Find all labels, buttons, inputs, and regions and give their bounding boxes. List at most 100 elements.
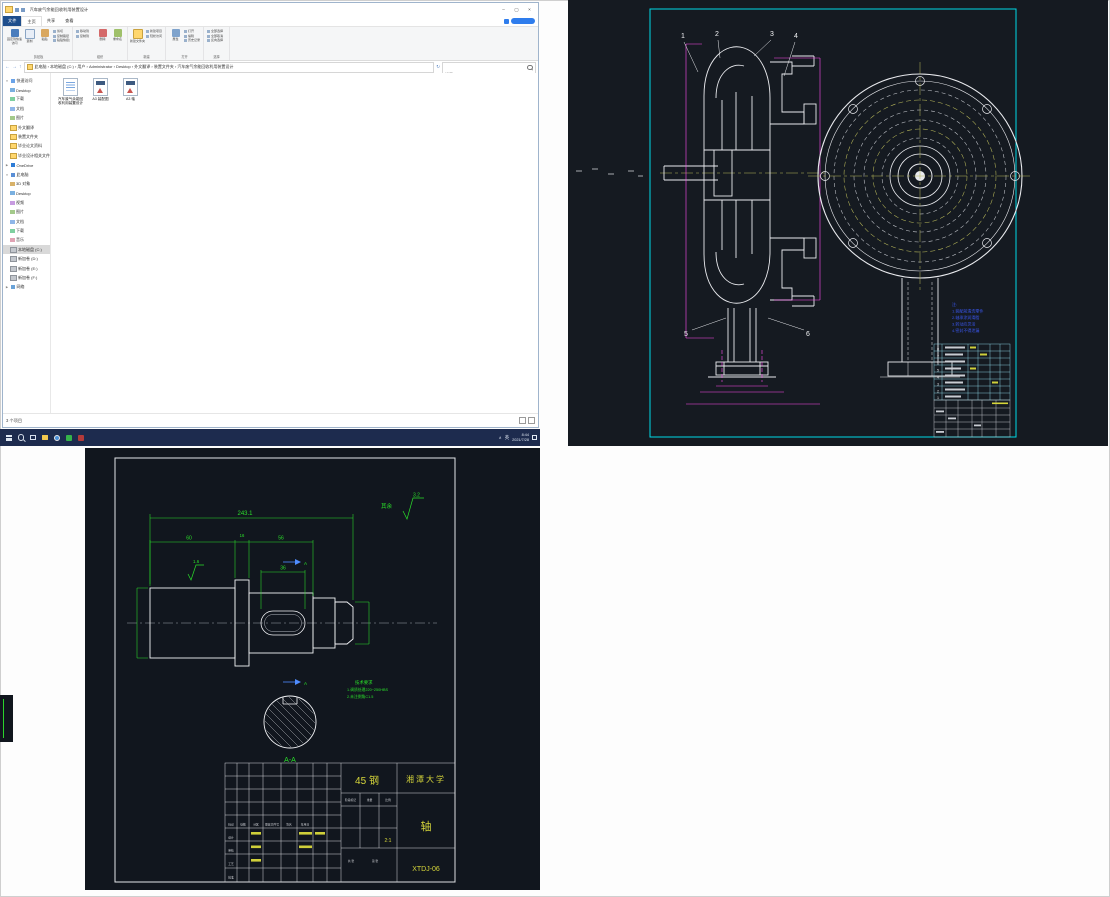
quick-access-toolbar[interactable] [15,7,25,12]
file-item[interactable]: A3 轴 [117,78,144,101]
section-view-geometry [663,46,817,378]
tab-view[interactable]: 查看 [60,16,78,26]
refresh-button[interactable]: ↻ [436,64,440,70]
close-button[interactable]: × [523,4,536,16]
windows-logo-icon [6,434,12,441]
search-icon [17,434,25,441]
qat-icon[interactable] [15,7,19,12]
sidebar-item-desktop[interactable]: Desktop [3,189,50,198]
sidebar-item-pictures[interactable]: 图片 [3,114,50,123]
forward-button[interactable]: → [12,64,17,70]
sidebar-item-local-disk-c[interactable]: 本地磁盘 (C:) [3,245,50,255]
sidebar-item-new-volume-e[interactable]: 新加卷 (E:) [3,264,50,273]
cloud-sync-icon[interactable] [504,18,509,24]
maximize-button[interactable]: ▢ [510,4,523,16]
folder-icon [10,143,17,150]
file-list[interactable]: 汽车废气余能回收利用装置设计 A3 装配图 A3 轴 [51,73,538,413]
note-line: 2.轴承涂润滑脂 [952,314,979,320]
new-folder-button[interactable]: 新建文件夹 [130,28,145,52]
breadcrumb-path[interactable]: 此电脑 › 本地磁盘 (C:) › 用户 › Administrator › D… [35,64,234,70]
taskbar-search-button[interactable] [15,431,27,444]
copy-to-button[interactable]: 复制到 [76,34,95,39]
taskbar-file-explorer[interactable] [39,431,51,444]
sidebar-item-folder[interactable]: 装置文件夹 [3,132,50,141]
sidebar-item-new-volume-f[interactable]: 新加卷 (F:) [3,273,50,282]
cad-assembly-window[interactable]: 1 2 3 4 5 6 注: 1.装配前清洗零件 2.轴承涂润滑脂 3.转动应灵… [568,0,1108,446]
button-label: 新建文件夹 [130,39,145,43]
file-item[interactable]: A3 装配图 [87,78,114,101]
sidebar-item-3d-objects[interactable]: 3D 对象 [3,179,50,188]
pin-quick-access-button[interactable]: 固定到快速访问 [7,28,22,52]
action-center-icon[interactable] [532,435,537,440]
sidebar-label: 毕业论文资料 [18,143,42,149]
copy-button[interactable]: 复制 [22,28,37,52]
paste-button[interactable]: 粘贴 [37,28,52,52]
properties-button[interactable]: 属性 [168,28,183,52]
sidebar-item-documents[interactable]: 文档 [3,217,50,226]
navigation-pane[interactable]: ▼ 快速访问 Desktop 下载 文档 图片 外文翻译 装置文件夹 毕业论文资料… [3,73,51,413]
sidebar-label: 新加卷 (F:) [18,274,38,280]
balloon-label: 6 [806,331,810,338]
messenger-icon [66,434,72,441]
ime-indicator[interactable]: 英 [505,435,509,441]
sidebar-item-videos[interactable]: 视频 [3,198,50,207]
sidebar-label: 下载 [16,227,24,233]
sidebar-label: 此电脑 [16,171,29,177]
taskbar-browser[interactable] [51,431,63,444]
thumbnail-view-toggle[interactable] [528,417,535,424]
cad-shaft-window[interactable]: 243.1 60 16 56 36 其余 3.2 1.6 A A A-A 技术要… [85,448,540,890]
qat-icon[interactable] [20,7,25,12]
sidebar-this-pc[interactable]: ▼ 此电脑 [3,170,50,179]
browser-icon [54,434,60,441]
sidebar-item-folder[interactable]: 毕业设计相关文件 [3,151,50,160]
title-bar[interactable]: 汽车废气余能回收利用装置设计 – ▢ × [3,3,538,16]
roughness-symbol [187,564,204,581]
easy-access-icon [146,34,149,38]
tab-home[interactable]: 主页 [21,16,42,26]
start-button[interactable] [3,431,15,444]
minimize-button[interactable]: – [497,4,510,16]
sidebar-item-folder[interactable]: 毕业论文资料 [3,142,50,151]
tab-share[interactable]: 共享 [42,16,60,26]
back-button[interactable]: ← [5,64,10,70]
taskbar-messenger[interactable] [63,431,75,444]
sidebar-item-new-volume-d[interactable]: 新加卷 (D:) [3,254,50,263]
history-button[interactable]: 历史记录 [184,38,201,43]
sidebar-item-downloads[interactable]: 下载 [3,95,50,104]
sidebar-item-desktop[interactable]: Desktop [3,85,50,94]
sidebar-item-documents[interactable]: 文档 [3,104,50,113]
balloon-label: 5 [684,331,688,338]
tray-expand-chevron[interactable]: ∧ [499,435,502,440]
sidebar-item-music[interactable]: 音乐 [3,236,50,245]
list-view-toggle[interactable] [519,417,526,424]
rev-col-label: 处数 [240,823,246,827]
up-button[interactable]: ↑ [19,64,22,70]
task-view-button[interactable] [27,431,39,444]
paste-shortcut-button[interactable]: 粘贴快捷方式 [53,38,70,43]
surface-roughness-marks: 其余 3.2 1.6 [187,493,424,581]
new-item-icon [146,29,149,33]
sidebar-item-folder[interactable]: 外文翻译 [3,123,50,132]
sidebar-item-downloads[interactable]: 下载 [3,226,50,235]
sidebar-item-pictures[interactable]: 图片 [3,207,50,216]
sidebar-network[interactable]: ▶ 网络 [3,283,50,292]
music-icon [10,238,15,243]
delete-button[interactable]: 删除 [95,28,110,52]
balloon-leaders [683,39,805,331]
file-item[interactable]: 汽车废气余能回收利用装置设计 [57,78,84,106]
document-file-icon [63,78,78,96]
taskbar-cad-app[interactable] [75,431,87,444]
properties-icon [171,29,180,37]
button-label: 历史记录 [188,38,201,43]
taskbar-clock[interactable]: 8:44 2021/7/28 [512,433,529,442]
easy-access-button[interactable]: 轻松访问 [146,34,163,39]
sidebar-onedrive[interactable]: ▶ OneDrive [3,161,50,170]
invert-selection-button[interactable]: 反向选择 [207,38,227,43]
breadcrumb[interactable]: 此电脑 › 本地磁盘 (C:) › 用户 › Administrator › D… [23,61,435,73]
rename-button[interactable]: 重命名 [110,28,125,52]
select-all-icon [207,29,210,33]
sidebar-quick-access[interactable]: ▼ 快速访问 [3,76,50,85]
search-box[interactable] [442,61,536,79]
cloud-login-badge[interactable] [511,18,535,24]
tab-file[interactable]: 文件 [3,16,22,26]
